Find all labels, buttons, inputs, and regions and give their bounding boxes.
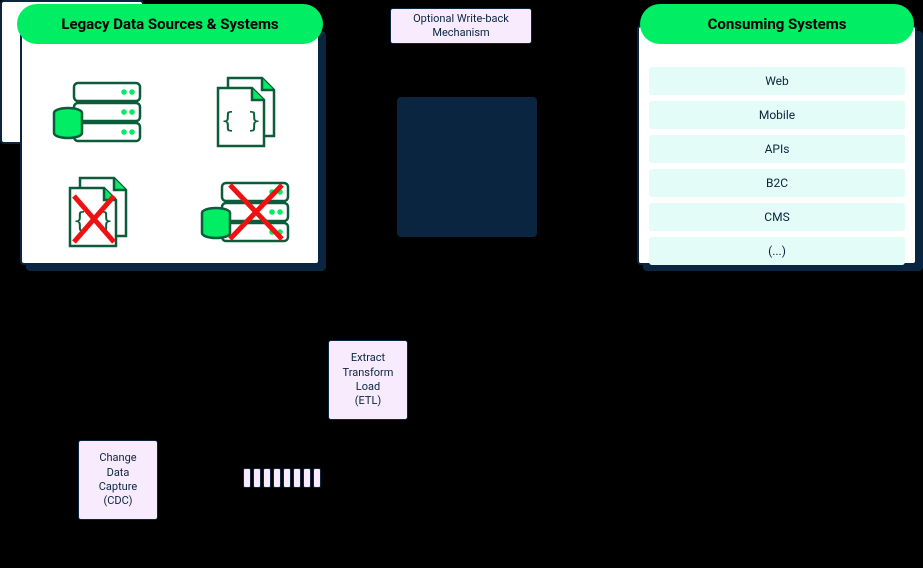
consuming-item: CMS [649,203,905,231]
svg-text:{ }: { } [221,109,261,134]
writeback-box: Optional Write-back Mechanism [390,8,532,44]
consuming-panel: Web Mobile APIs B2C CMS (...) [637,25,917,265]
legacy-panel: { } { } [20,25,320,265]
consuming-item: B2C [649,169,905,197]
queue-segment [313,468,321,488]
cdc-label: Change Data Capture (CDC) [99,451,137,508]
consuming-title: Consuming Systems [708,15,847,33]
cdc-box: Change Data Capture (CDC) [78,440,158,520]
consuming-item: Web [649,67,905,95]
server-with-db-icon [46,77,146,147]
queue-segment [303,468,311,488]
json-files-icon: { } [204,72,284,152]
etl-label: Extract Transform Load (ETL) [343,351,394,408]
legacy-icon-server-db-crossed [190,172,298,252]
consuming-item: (...) [649,237,905,265]
consuming-item: Mobile [649,101,905,129]
json-files-crossed-icon: { } [56,172,136,252]
consuming-list: WebMobileAPIsB2CCMS(...) [649,67,905,253]
queue-segment [283,468,291,488]
server-with-db-crossed-icon [194,177,294,247]
legacy-icon-json-files-crossed: { } [42,172,150,252]
consuming-item: APIs [649,135,905,163]
consuming-title-pill: Consuming Systems [640,4,914,44]
queue-segment [263,468,271,488]
queue-segment [243,468,251,488]
legacy-icon-json-files: { } [190,72,298,152]
queue-segment [293,468,301,488]
writeback-label: Optional Write-back Mechanism [413,12,509,41]
legacy-title-pill: Legacy Data Sources & Systems [17,4,323,44]
queue-segment [253,468,261,488]
etl-box: Extract Transform Load (ETL) [328,340,408,420]
odl-panel-shadow [397,97,537,237]
message-queue-icon [243,468,321,488]
queue-segment [273,468,281,488]
legacy-icon-server-db [42,72,150,152]
legacy-title: Legacy Data Sources & Systems [61,15,278,33]
